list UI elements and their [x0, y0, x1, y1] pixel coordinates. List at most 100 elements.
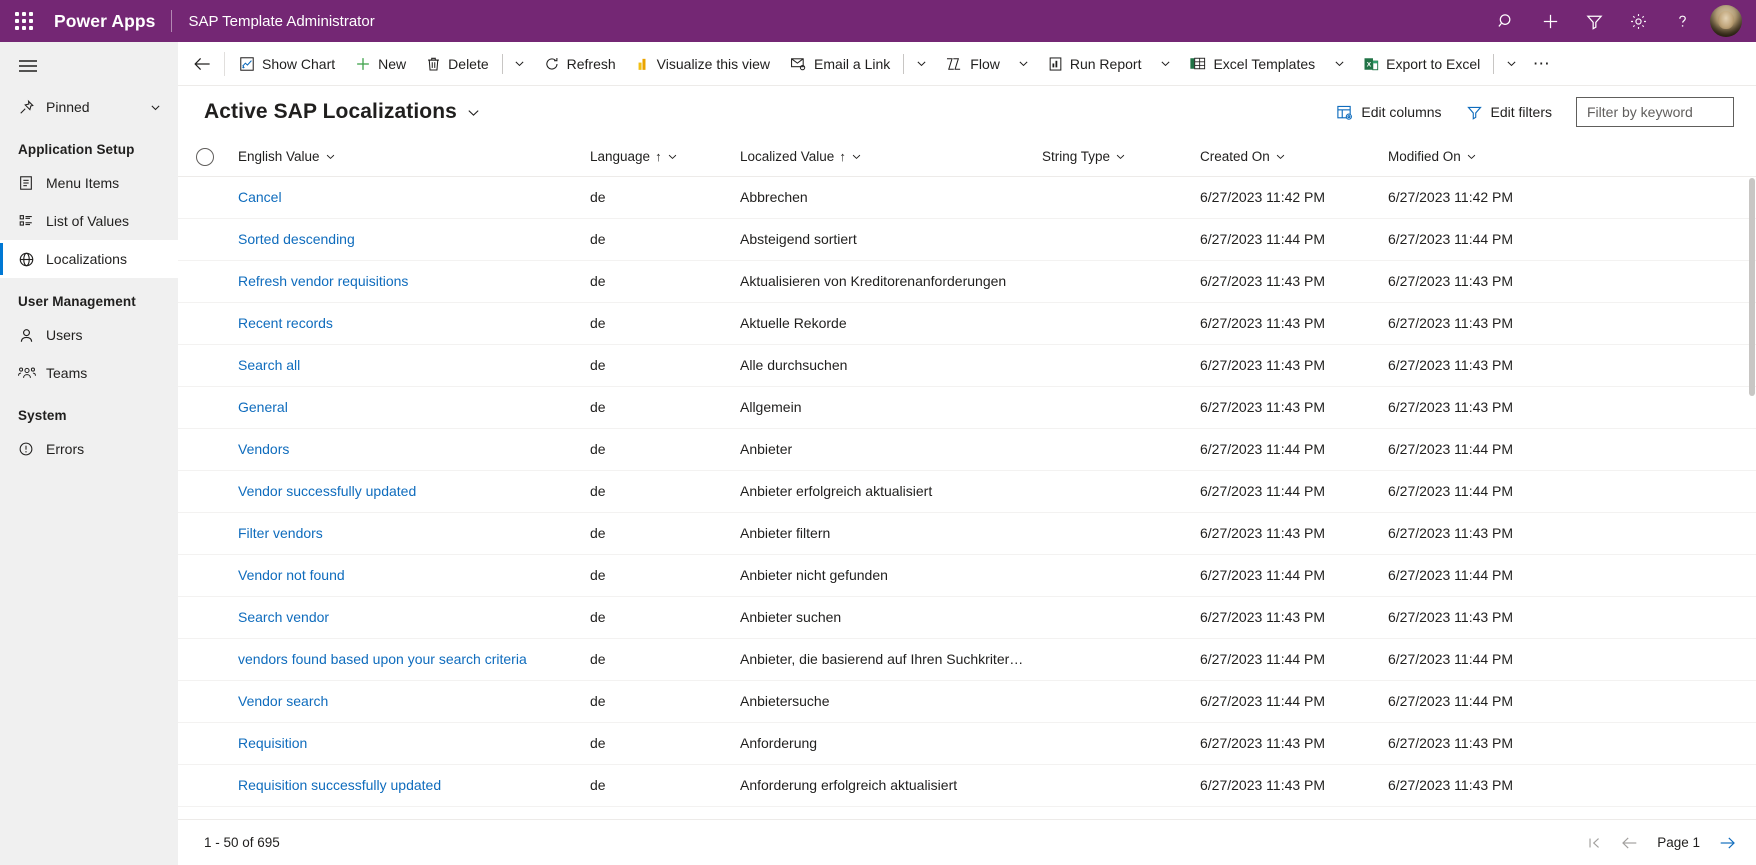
view-selector-chevron-down-icon[interactable] — [466, 105, 481, 120]
filter-by-keyword-box[interactable] — [1576, 97, 1734, 127]
table-row[interactable]: Sorted descending de Absteigend sortiert 6/… — [178, 218, 1756, 261]
column-header-string-type[interactable]: String Type — [1034, 138, 1192, 177]
row-select-cell[interactable] — [178, 470, 230, 513]
sidebar-item-localizations[interactable]: Localizations — [0, 240, 178, 278]
table-row[interactable]: General de Allgemein 6/27/2023 11:43 PM 6/27… — [178, 386, 1756, 429]
cell-english-value[interactable]: Search all — [230, 344, 582, 387]
cell-english-value[interactable]: Vendors — [230, 428, 582, 471]
column-header-created-on[interactable]: Created On — [1192, 138, 1380, 177]
column-header-english-value[interactable]: English Value — [230, 138, 582, 177]
table-row[interactable]: Requisition successfully updated de Anford… — [178, 764, 1756, 807]
email-a-link-button[interactable]: Email a Link — [780, 42, 900, 86]
email-a-link-caret[interactable] — [907, 42, 935, 86]
plus-icon[interactable] — [1528, 0, 1572, 42]
row-select-cell[interactable] — [178, 386, 230, 429]
record-link[interactable]: vendors found based upon your search cri… — [238, 651, 527, 667]
row-select-cell[interactable] — [178, 218, 230, 261]
cell-english-value[interactable]: Search vendor — [230, 596, 582, 639]
visualize-this-view-button[interactable]: Visualize this view — [626, 42, 780, 86]
next-page-icon[interactable] — [1718, 836, 1736, 850]
table-row[interactable]: Refresh vendor requisitions de Aktualisier… — [178, 260, 1756, 303]
cell-english-value[interactable]: Requisition — [230, 722, 582, 765]
user-avatar[interactable] — [1710, 5, 1742, 37]
record-link[interactable]: Vendor not found — [238, 567, 345, 583]
row-select-cell[interactable] — [178, 176, 230, 219]
row-select-cell[interactable] — [178, 344, 230, 387]
previous-page-icon[interactable] — [1621, 836, 1639, 850]
record-link[interactable]: Vendors — [238, 441, 289, 457]
record-link[interactable]: Requisition successfully updated — [238, 777, 441, 793]
sidebar-item-menu-items[interactable]: Menu Items — [0, 164, 178, 202]
sidebar-item-list-of-values[interactable]: List of Values — [0, 202, 178, 240]
table-row[interactable]: Search vendor de Anbieter suchen 6/27/2023 … — [178, 596, 1756, 639]
cell-english-value[interactable]: vendors found based upon your search cri… — [230, 638, 582, 681]
record-link[interactable]: Vendor search — [238, 693, 328, 709]
site-map-toggle-button[interactable] — [0, 44, 178, 88]
cell-english-value[interactable]: Vendor not found — [230, 554, 582, 597]
row-select-cell[interactable] — [178, 512, 230, 555]
cell-english-value[interactable]: General — [230, 386, 582, 429]
filter-icon[interactable] — [1572, 0, 1616, 42]
record-link[interactable]: Refresh vendor requisitions — [238, 273, 408, 289]
new-button[interactable]: New — [345, 42, 416, 86]
cell-english-value[interactable]: Recent records — [230, 302, 582, 345]
record-link[interactable]: Vendor successfully updated — [238, 483, 416, 499]
search-icon[interactable] — [1484, 0, 1528, 42]
row-select-cell[interactable] — [178, 638, 230, 681]
record-link[interactable]: Search vendor — [238, 609, 329, 625]
back-arrow-icon[interactable] — [184, 42, 220, 86]
cell-english-value[interactable]: Requisition successfully updated — [230, 764, 582, 807]
table-row[interactable]: Requisition de Anforderung 6/27/2023 11:43 … — [178, 722, 1756, 765]
record-link[interactable]: Sorted descending — [238, 231, 355, 247]
table-row[interactable]: Filter vendors de Anbieter filtern 6/27/202… — [178, 512, 1756, 555]
row-select-cell[interactable] — [178, 680, 230, 723]
column-header-modified-on[interactable]: Modified On — [1380, 138, 1756, 177]
edit-filters-button[interactable]: Edit filters — [1456, 96, 1562, 128]
edit-columns-button[interactable]: Edit columns — [1326, 96, 1451, 128]
record-link[interactable]: General — [238, 399, 288, 415]
row-select-cell[interactable] — [178, 722, 230, 765]
waffle-menu-button[interactable] — [0, 0, 48, 42]
select-all-header[interactable] — [178, 138, 230, 177]
scrollbar-thumb[interactable] — [1749, 178, 1755, 396]
brand-power-apps[interactable]: Power Apps — [48, 11, 171, 32]
chevron-down-icon[interactable] — [149, 101, 178, 114]
record-link[interactable]: Cancel — [238, 189, 282, 205]
table-row[interactable]: Vendor search de Anbietersuche 6/27/2023 11… — [178, 680, 1756, 723]
show-chart-button[interactable]: Show Chart — [229, 42, 345, 86]
flow-caret[interactable] — [1010, 42, 1038, 86]
export-to-excel-button[interactable]: X Export to Excel — [1353, 42, 1490, 86]
table-row[interactable]: Vendor not found de Anbieter nicht gefunde… — [178, 554, 1756, 597]
row-select-cell[interactable] — [178, 554, 230, 597]
row-select-cell[interactable] — [178, 260, 230, 303]
row-select-cell[interactable] — [178, 302, 230, 345]
help-icon[interactable] — [1660, 0, 1704, 42]
first-page-icon[interactable] — [1587, 836, 1603, 850]
column-header-language[interactable]: Language ↑ — [582, 138, 732, 177]
excel-templates-button[interactable]: Excel Templates — [1179, 42, 1325, 86]
cell-english-value[interactable]: Filter vendors — [230, 512, 582, 555]
more-commands-button[interactable]: ⋯ — [1525, 42, 1559, 86]
cell-english-value[interactable]: Sorted descending — [230, 218, 582, 261]
table-row[interactable]: vendors found based upon your search cri… — [178, 638, 1756, 681]
gear-icon[interactable] — [1616, 0, 1660, 42]
run-report-caret[interactable] — [1151, 42, 1179, 86]
record-link[interactable]: Filter vendors — [238, 525, 323, 541]
run-report-button[interactable]: Run Report — [1038, 42, 1152, 86]
table-row[interactable]: Recent records de Aktuelle Rekorde 6/27/202… — [178, 302, 1756, 345]
record-link[interactable]: Recent records — [238, 315, 333, 331]
row-select-cell[interactable] — [178, 764, 230, 807]
table-row[interactable]: Vendor successfully updated de Anbieter er… — [178, 470, 1756, 513]
excel-templates-caret[interactable] — [1325, 42, 1353, 86]
sidebar-item-errors[interactable]: Errors — [0, 430, 178, 468]
delete-caret[interactable] — [506, 42, 534, 86]
delete-button[interactable]: Delete — [416, 42, 498, 86]
record-link[interactable]: Requisition — [238, 735, 307, 751]
column-header-localized-value[interactable]: Localized Value ↑ — [732, 138, 1034, 177]
cell-english-value[interactable]: Refresh vendor requisitions — [230, 260, 582, 303]
cell-english-value[interactable]: Cancel — [230, 176, 582, 219]
sidebar-item-teams[interactable]: Teams — [0, 354, 178, 392]
cell-english-value[interactable]: Vendor search — [230, 680, 582, 723]
row-select-cell[interactable] — [178, 596, 230, 639]
sidebar-item-users[interactable]: Users — [0, 316, 178, 354]
